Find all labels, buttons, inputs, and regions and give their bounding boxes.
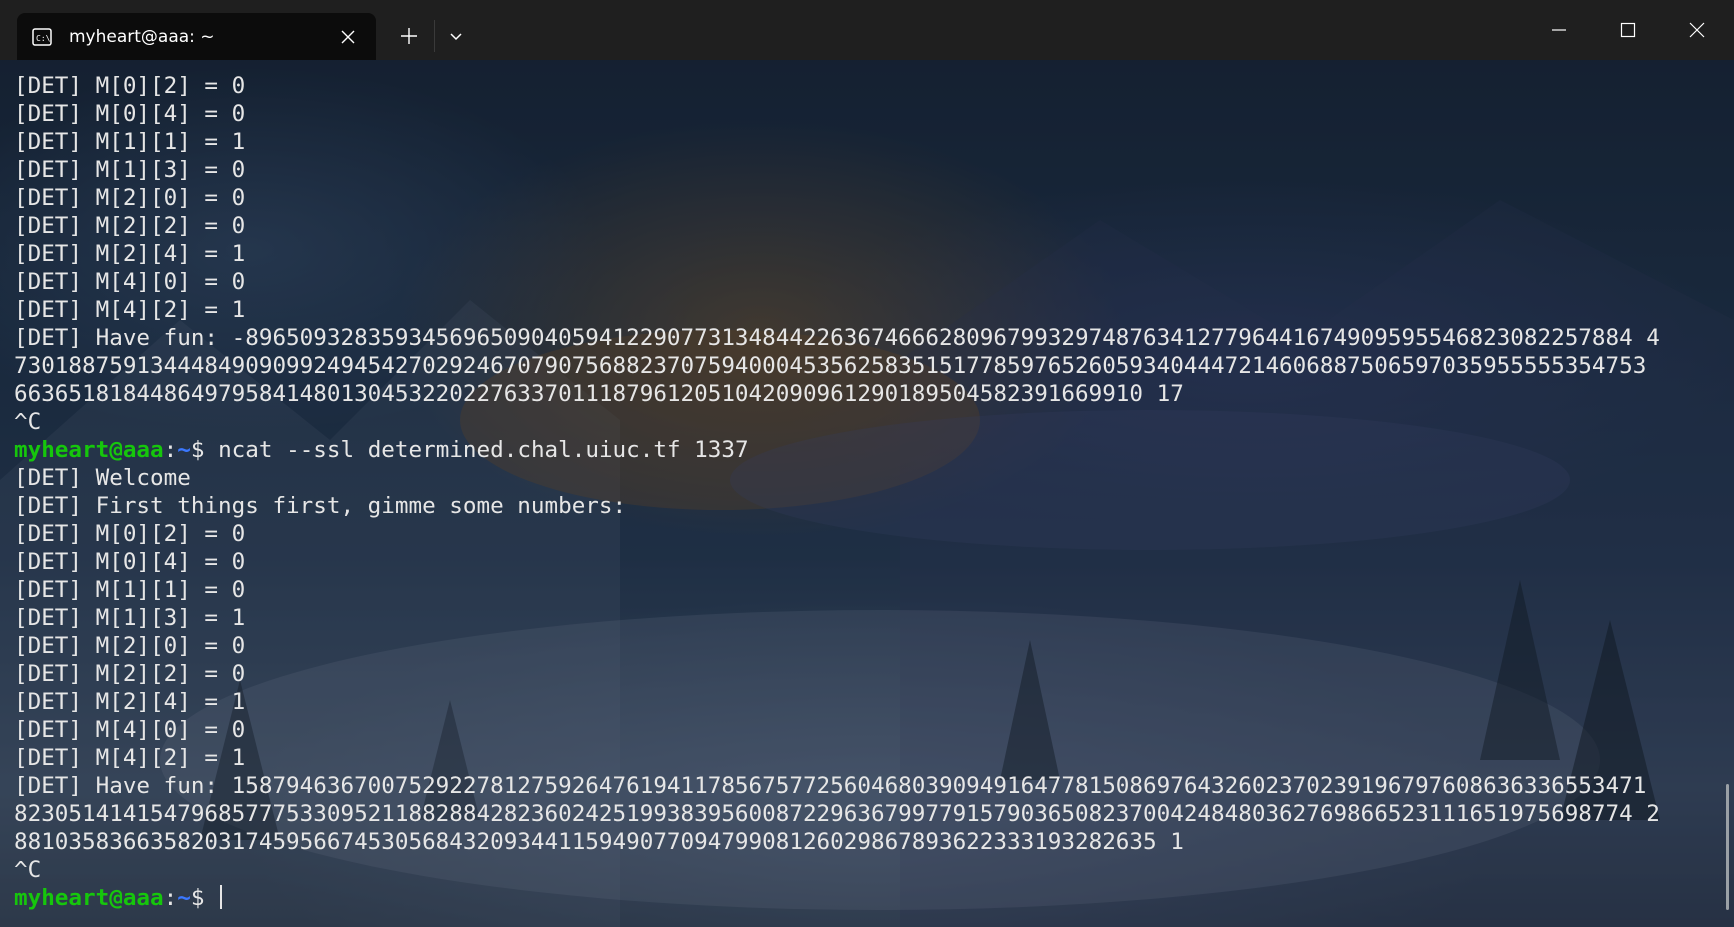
prompt-sign: $ xyxy=(190,437,219,463)
output-line: [DET] M[0][2] = 0 xyxy=(14,521,246,547)
output-line: [DET] M[1][1] = 1 xyxy=(14,129,246,155)
close-window-button[interactable] xyxy=(1674,10,1720,50)
output-line: [DET] M[0][2] = 0 xyxy=(14,73,246,99)
output-line: 8230514141547968577753309521188288428236… xyxy=(14,801,1660,827)
output-line: ^C xyxy=(14,857,42,883)
output-line: [DET] M[2][2] = 0 xyxy=(14,661,246,687)
maximize-icon xyxy=(1620,22,1636,38)
output-line: [DET] M[2][0] = 0 xyxy=(14,185,246,211)
prompt-line: myheart@aaa:~$ xyxy=(14,884,1734,912)
output-line: [DET] Have fun: -89650932835934569650904… xyxy=(14,325,1660,351)
plus-icon xyxy=(401,28,417,44)
prompt-path: ~ xyxy=(177,885,191,911)
prompt-path: ~ xyxy=(177,437,191,463)
maximize-button[interactable] xyxy=(1605,10,1651,50)
output-line: [DET] M[2][4] = 1 xyxy=(14,689,246,715)
command-text: ncat --ssl determined.chal.uiuc.tf 1337 xyxy=(218,437,749,463)
svg-text:C:\: C:\ xyxy=(36,34,51,43)
terminal-icon: C:\ xyxy=(31,26,53,48)
output-line: [DET] M[2][2] = 0 xyxy=(14,213,246,239)
tab-terminal[interactable]: C:\ myheart@aaa: ~ xyxy=(17,13,376,60)
output-line: [DET] M[2][4] = 1 xyxy=(14,241,246,267)
output-line: [DET] M[0][4] = 0 xyxy=(14,549,246,575)
prompt-user: myheart@aaa xyxy=(14,437,164,463)
prompt-separator: : xyxy=(163,885,178,911)
prompt-user: myheart@aaa xyxy=(14,885,164,911)
output-line: [DET] M[2][0] = 0 xyxy=(14,633,246,659)
output-line: [DET] M[0][4] = 0 xyxy=(14,101,246,127)
output-line: [DET] M[1][3] = 0 xyxy=(14,157,246,183)
output-line: [DET] M[1][3] = 1 xyxy=(14,605,246,631)
scrollbar-thumb[interactable] xyxy=(1726,784,1729,910)
minimize-icon xyxy=(1552,29,1566,31)
output-line: [DET] First things first, gimme some num… xyxy=(14,493,627,519)
profile-dropdown-button[interactable] xyxy=(440,20,472,52)
output-line: [DET] M[4][2] = 1 xyxy=(14,297,246,323)
chevron-down-icon xyxy=(450,33,462,41)
tab-title: myheart@aaa: ~ xyxy=(69,26,215,47)
text-cursor xyxy=(220,885,223,909)
close-icon[interactable] xyxy=(334,23,362,51)
terminal-output[interactable]: [DET] M[0][2] = 0 [DET] M[0][4] = 0 [DET] … xyxy=(0,60,1734,927)
minimize-button[interactable] xyxy=(1536,10,1582,50)
output-line: 6636518184486497958414801304532202276337… xyxy=(14,381,1184,407)
title-bar: C:\ myheart@aaa: ~ xyxy=(0,0,1734,60)
output-line: [DET] M[4][0] = 0 xyxy=(14,269,246,295)
output-line: 7301887591344484909099249454270292467079… xyxy=(14,353,1647,379)
output-line: [DET] M[4][0] = 0 xyxy=(14,717,246,743)
output-line: [DET] M[4][2] = 1 xyxy=(14,745,246,771)
terminal-window: C:\ myheart@aaa: ~ [DET] M[0][2] = 0 [DE… xyxy=(0,0,1734,927)
output-line: [DET] Welcome xyxy=(14,465,191,491)
prompt-line: myheart@aaa:~$ ncat --ssl determined.cha… xyxy=(14,436,1734,464)
close-icon xyxy=(1689,22,1705,38)
output-line: [DET] M[1][1] = 0 xyxy=(14,577,246,603)
new-tab-button[interactable] xyxy=(393,20,425,52)
output-line: ^C xyxy=(14,409,42,435)
output-line: 8810358366358203174595667453056843209344… xyxy=(14,829,1184,855)
prompt-separator: : xyxy=(163,437,178,463)
tab-separator xyxy=(434,20,435,52)
output-line: [DET] Have fun: 158794636700752922781275… xyxy=(14,773,1647,799)
prompt-sign: $ xyxy=(190,885,219,911)
